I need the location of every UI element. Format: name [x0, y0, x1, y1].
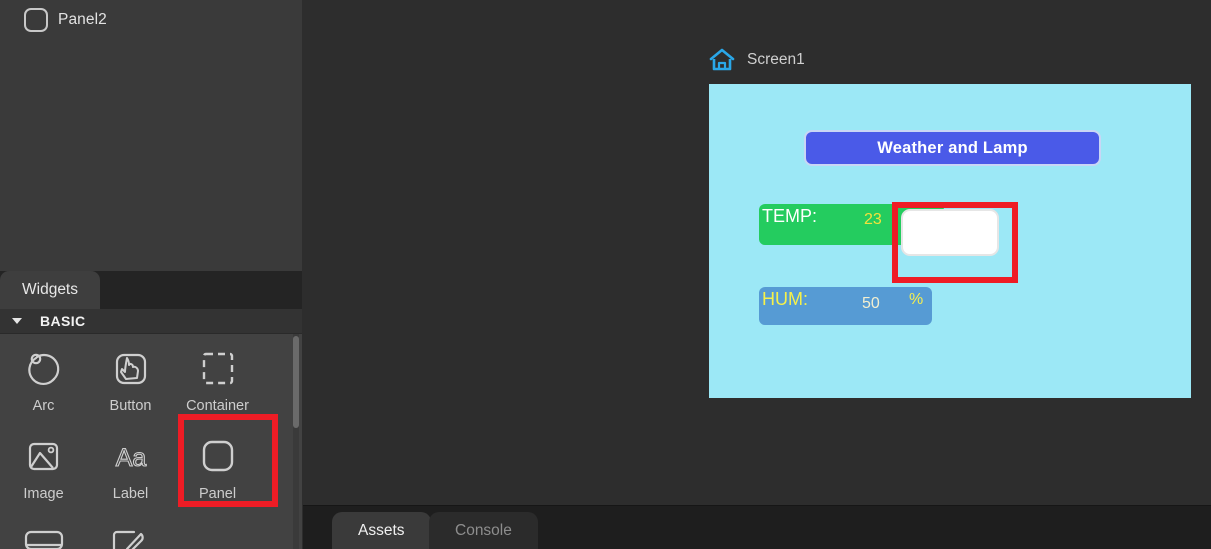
section-title: BASIC	[40, 313, 86, 329]
widget-item-label: Container	[186, 398, 249, 414]
widget-grid-scrollbar-thumb[interactable]	[293, 336, 299, 428]
tab-assets[interactable]: Assets	[332, 512, 431, 549]
widget-item-edit[interactable]	[87, 510, 174, 549]
screen-name-label: Screen1	[747, 51, 805, 68]
tab-console-label: Console	[455, 522, 512, 539]
title-button-label: Weather and Lamp	[877, 138, 1028, 157]
container-icon	[195, 346, 241, 392]
panel-icon	[195, 434, 241, 480]
widget-item-panel[interactable]: Panel	[174, 414, 278, 510]
edit-icon	[108, 522, 154, 549]
widget-item-label: Image	[23, 486, 64, 502]
tab-console[interactable]: Console	[429, 512, 538, 549]
widget-item-container[interactable]: Container	[174, 334, 261, 422]
screen-canvas[interactable]: Weather and Lamp TEMP: 23 °C HUM: 50 %	[709, 84, 1191, 398]
section-header-basic[interactable]: BASIC	[0, 309, 302, 334]
tree-item-panel2[interactable]: Panel2	[0, 0, 302, 40]
canvas-area[interactable]: Screen1 Weather and Lamp TEMP: 23 °C HUM…	[303, 0, 1211, 505]
widget-item-label: Label	[112, 486, 149, 502]
widget-palette-grid[interactable]: Arc Button Container Image Aa Label Pane…	[0, 334, 302, 549]
widget-item-label: Panel	[198, 486, 237, 502]
rounded-square-icon	[24, 8, 48, 32]
canvas-widget-title-button[interactable]: Weather and Lamp	[804, 130, 1101, 166]
humidity-key-label: HUM:	[762, 289, 808, 309]
widget-item-label: Arc	[32, 398, 55, 414]
widget-row: Image Aa Label Panel	[0, 414, 302, 510]
widget-row: Arc Button Container	[0, 334, 302, 422]
sidebar-tab-strip: Widgets	[0, 271, 302, 309]
temperature-value: 23	[864, 211, 882, 228]
widget-item-bar[interactable]	[0, 510, 87, 549]
widget-row	[0, 510, 302, 549]
svg-text:Aa: Aa	[115, 444, 146, 472]
canvas-widget-panel2[interactable]	[901, 209, 999, 256]
caret-down-icon[interactable]	[12, 318, 22, 324]
screen-header: Screen1	[709, 48, 805, 72]
arc-icon	[21, 346, 67, 392]
label-icon: Aa	[108, 434, 154, 480]
canvas-widget-humidity[interactable]: HUM: 50 %	[759, 287, 932, 325]
widget-item-label-widget[interactable]: Aa Label	[87, 422, 174, 510]
bar-icon	[21, 522, 67, 549]
widget-tree-area: Panel2	[0, 0, 302, 271]
tree-item-label: Panel2	[58, 11, 107, 28]
bottom-bar: Assets Console	[303, 505, 1211, 549]
tab-widgets[interactable]: Widgets	[0, 271, 100, 309]
home-icon	[709, 48, 735, 72]
image-icon	[21, 434, 67, 480]
humidity-unit: %	[909, 291, 924, 308]
tab-assets-label: Assets	[358, 522, 405, 539]
temperature-key-label: TEMP:	[762, 206, 818, 226]
humidity-value: 50	[862, 295, 880, 312]
button-icon	[108, 346, 154, 392]
app-root: Panel2 Widgets BASIC Arc Button Containe…	[0, 0, 1211, 549]
widget-item-button[interactable]: Button	[87, 334, 174, 422]
tab-widgets-label: Widgets	[22, 281, 78, 298]
widget-item-arc[interactable]: Arc	[0, 334, 87, 422]
widget-item-label: Button	[109, 398, 152, 414]
left-sidebar: Panel2 Widgets BASIC Arc Button Containe…	[0, 0, 302, 549]
widget-item-image[interactable]: Image	[0, 422, 87, 510]
